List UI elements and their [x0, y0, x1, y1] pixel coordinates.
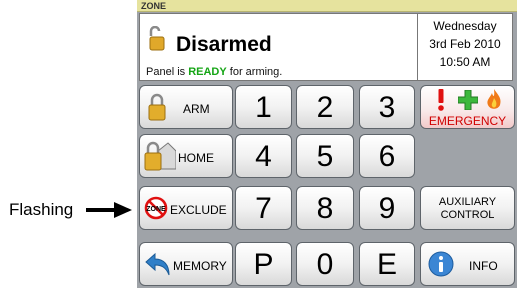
fire-icon — [487, 89, 501, 109]
ready-status-text: READY — [188, 66, 227, 78]
status-title: Disarmed — [176, 33, 272, 56]
memory-button[interactable]: MEMORY — [139, 242, 233, 286]
key-5[interactable]: 5 — [296, 134, 354, 178]
datetime-pane: Wednesday 3rd Feb 2010 10:50 AM — [418, 14, 512, 80]
medical-cross-icon — [458, 90, 478, 110]
key-2[interactable]: 2 — [296, 85, 354, 129]
exclude-label: EXCLUDE — [170, 203, 227, 217]
lock-open-icon — [149, 26, 165, 51]
key-9[interactable]: 9 — [359, 186, 415, 230]
key-3[interactable]: 3 — [359, 85, 415, 129]
date-label: 3rd Feb 2010 — [429, 37, 501, 51]
padlock-house-icon — [144, 141, 176, 171]
zone-bar: ZONE — [137, 0, 517, 12]
back-arrow-icon — [145, 253, 170, 276]
no-entry-icon: ZONE — [144, 196, 168, 220]
info-label: INFO — [469, 259, 498, 273]
key-8[interactable]: 8 — [296, 186, 354, 230]
alarm-keypad-panel: ZONE Disarmed Panel is READY for arming.… — [137, 0, 517, 288]
panel-msg-prefix: Panel is — [146, 66, 186, 78]
home-button[interactable]: HOME — [139, 134, 233, 178]
time-label: 10:50 AM — [439, 55, 491, 69]
home-label: HOME — [178, 151, 214, 165]
key-P[interactable]: P — [235, 242, 292, 286]
flashing-annotation-label: Flashing — [9, 200, 74, 219]
status-display: Disarmed Panel is READY for arming. Wedn… — [139, 13, 513, 81]
key-7[interactable]: 7 — [235, 186, 292, 230]
auxiliary-control-button[interactable]: AUXILIARY CONTROL — [420, 186, 515, 230]
key-1[interactable]: 1 — [235, 85, 292, 129]
arm-label: ARM — [183, 102, 210, 116]
key-6[interactable]: 6 — [359, 134, 415, 178]
status-left-pane: Disarmed Panel is READY for arming. — [140, 14, 417, 80]
panel-status-message: Panel is READY for arming. — [146, 66, 282, 78]
key-0[interactable]: 0 — [296, 242, 354, 286]
emergency-button[interactable]: EMERGENCY — [420, 85, 515, 129]
annotation-arrow-icon — [86, 202, 132, 218]
emergency-label: EMERGENCY — [428, 114, 507, 128]
exclamation-icon — [438, 89, 444, 111]
key-4[interactable]: 4 — [235, 134, 292, 178]
memory-label: MEMORY — [173, 259, 227, 273]
panel-msg-suffix: for arming. — [229, 66, 283, 78]
control-label: CONTROL — [440, 209, 495, 221]
info-icon — [428, 251, 454, 277]
exclude-button[interactable]: ZONE EXCLUDE — [139, 186, 233, 230]
info-button[interactable]: INFO — [420, 242, 515, 286]
key-E[interactable]: E — [359, 242, 415, 286]
auxiliary-label: AUXILIARY — [438, 196, 497, 208]
day-label: Wednesday — [433, 19, 497, 33]
exclude-icon-text: ZONE — [146, 206, 166, 213]
arm-button[interactable]: ARM — [139, 85, 233, 129]
padlock-icon — [148, 93, 166, 121]
